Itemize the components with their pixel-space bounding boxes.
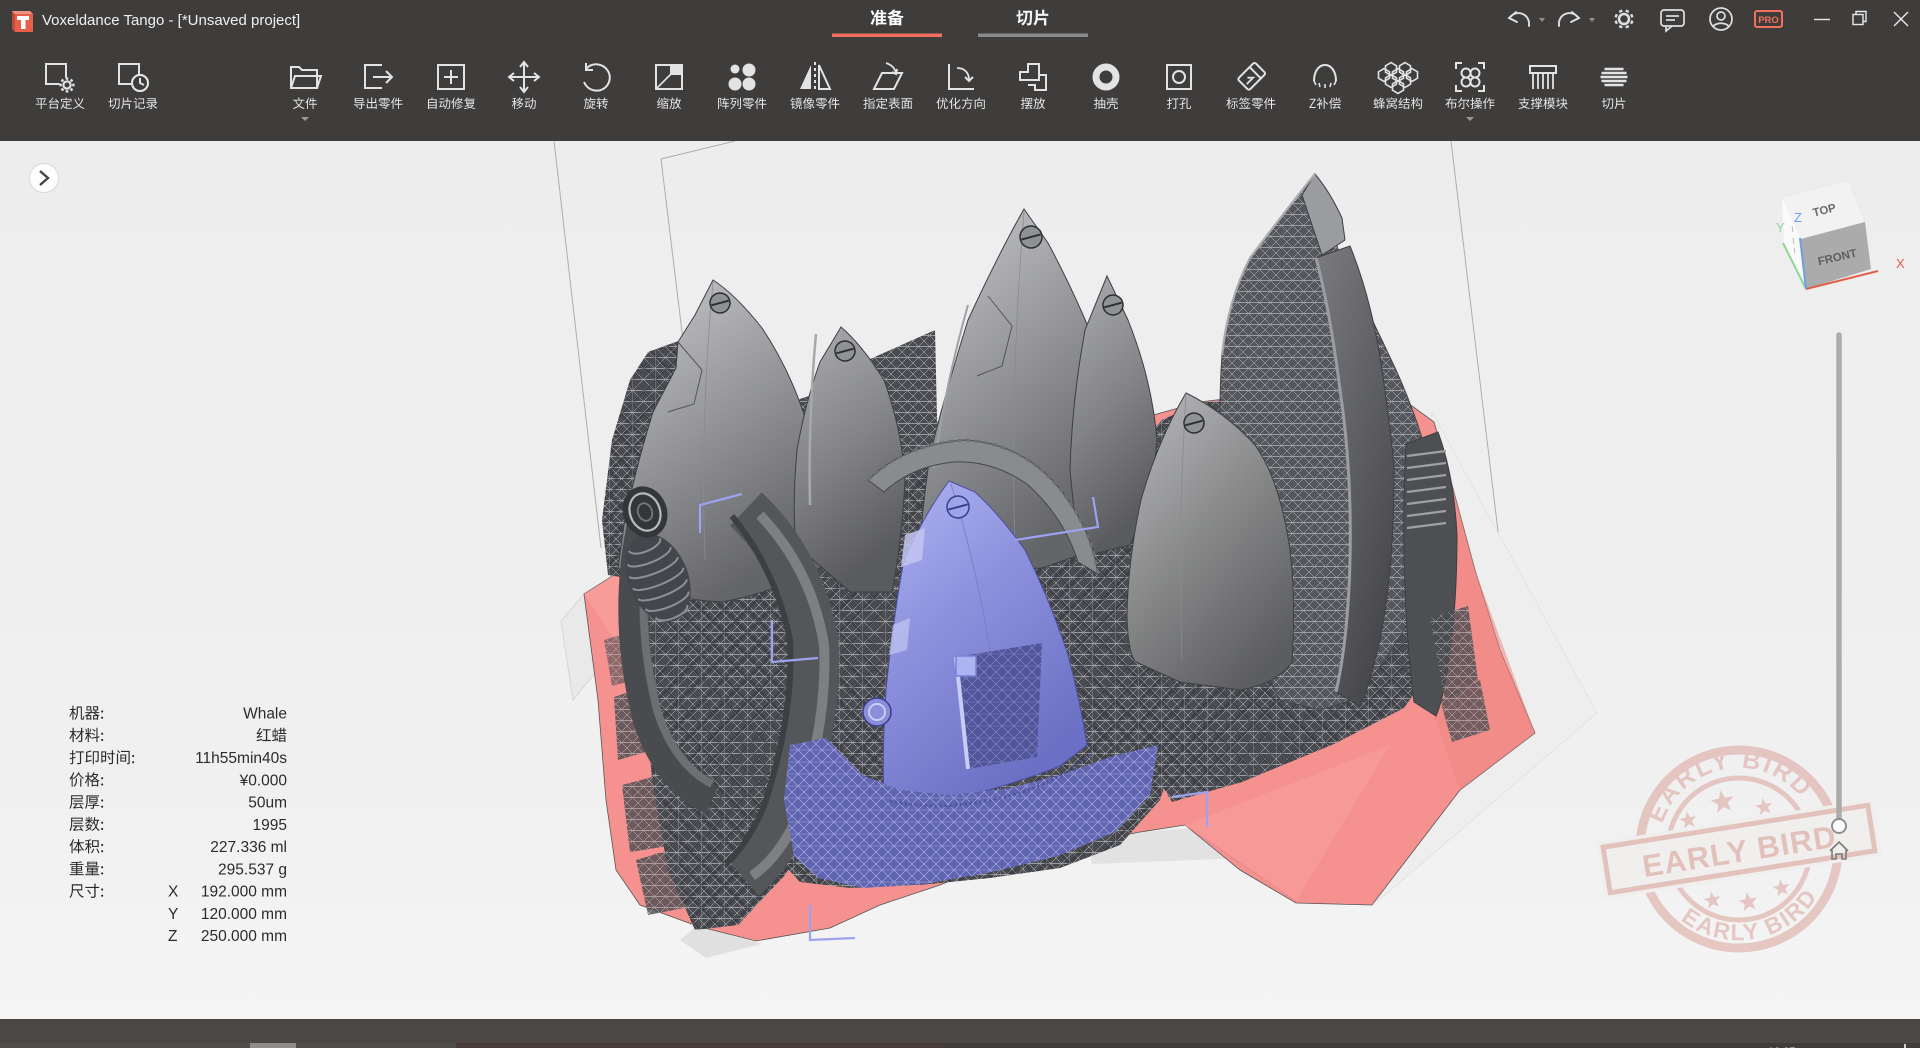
svg-text:X: X [1896, 256, 1905, 271]
svg-text:Whale: Whale [243, 706, 287, 723]
svg-text:¥0.000: ¥0.000 [239, 772, 288, 789]
svg-text:Z: Z [1794, 210, 1802, 225]
svg-text:Z: Z [168, 928, 177, 945]
svg-text:Y: Y [1776, 220, 1785, 235]
svg-text:Voxeldance Tango - [*Unsaved p: Voxeldance Tango - [*Unsaved project] [42, 12, 300, 29]
svg-text:1995: 1995 [253, 817, 287, 834]
svg-text:PRO: PRO [1758, 15, 1779, 26]
svg-text:50um: 50um [248, 795, 287, 812]
svg-text:295.537 g: 295.537 g [218, 861, 287, 878]
svg-text:Y: Y [168, 906, 178, 923]
svg-text:227.336 ml: 227.336 ml [210, 839, 287, 856]
svg-text:120.000 mm: 120.000 mm [201, 906, 287, 923]
svg-text:11h55min40s: 11h55min40s [195, 750, 287, 767]
svg-text:192.000 mm: 192.000 mm [201, 884, 287, 901]
svg-text:250.000 mm: 250.000 mm [201, 928, 287, 945]
svg-text:X: X [168, 884, 179, 901]
